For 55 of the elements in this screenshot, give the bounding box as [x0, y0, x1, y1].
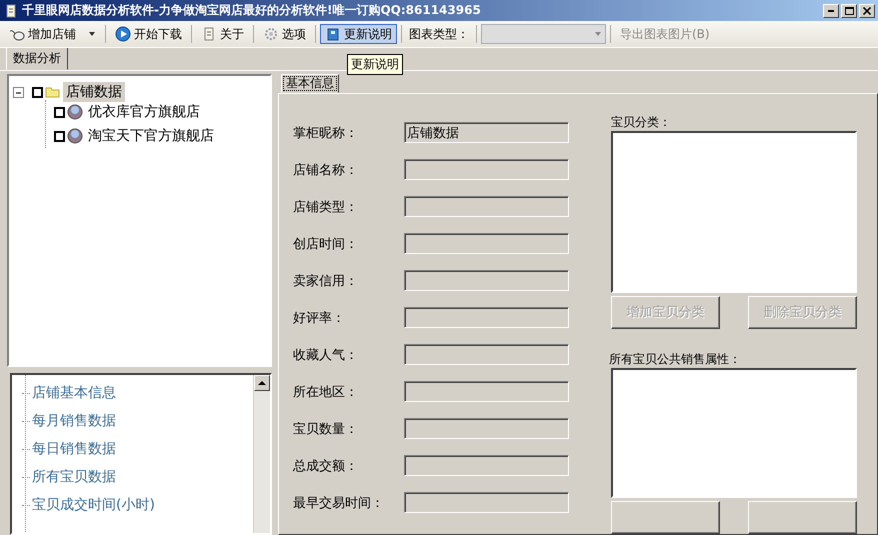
toolbar-button[interactable]: 开始下载 [110, 24, 187, 44]
checkbox[interactable] [54, 106, 65, 118]
gear-icon [263, 26, 279, 42]
caret-icon [594, 30, 602, 38]
field-label: 卖家信用： [293, 272, 359, 290]
nav-item[interactable]: 店铺基本信息 [22, 379, 243, 407]
close-button[interactable] [859, 4, 875, 18]
field-label: 收藏人气： [293, 346, 359, 364]
tooltip: 更新说明 [347, 54, 403, 75]
nav-item[interactable]: 所有宝贝数据 [22, 463, 243, 491]
field-label: 好评率： [293, 310, 346, 326]
tree-item[interactable]: 淘宝天下官方旗舰店 [85, 126, 217, 146]
field-label: 所在地区： [293, 384, 359, 400]
checkbox[interactable] [32, 86, 43, 98]
field-label: 店铺类型： [293, 198, 359, 216]
list-box[interactable] [611, 368, 857, 498]
caret-icon [258, 380, 266, 386]
tab[interactable]: 数据分析 [6, 47, 68, 70]
nav-item[interactable]: 宝贝成交时间(小时) [22, 491, 243, 519]
globe-icon [67, 104, 83, 120]
toolbar-button[interactable]: 更新说明 [320, 24, 397, 44]
button[interactable] [748, 501, 857, 534]
toolbar-button[interactable]: 关于 [196, 24, 249, 44]
scrollbar[interactable] [253, 375, 270, 533]
field-label: 掌柜昵称： [293, 124, 359, 142]
caret-icon [88, 30, 96, 38]
chart-type-label: 图表类型： [408, 26, 470, 42]
nav-item[interactable]: 每日销售数据 [22, 435, 243, 463]
window-title: 千里眼网店数据分析软件-力争做淘宝网店最好的分析软件!唯一订购QQ:861143965 [22, 2, 482, 19]
toolbar-button[interactable]: 增加店铺 [4, 24, 81, 44]
list-label: 所有宝贝公共销售属性： [609, 350, 742, 368]
field-label: 最早交易时间： [293, 494, 385, 512]
play-icon [115, 26, 131, 42]
checkbox[interactable] [54, 130, 65, 142]
scroll-up-button[interactable] [254, 375, 270, 391]
button[interactable] [611, 501, 720, 534]
tree-item[interactable]: 店铺数据 [63, 82, 125, 102]
field-label: 宝贝数量： [293, 420, 359, 438]
list-box[interactable] [611, 131, 857, 293]
toolbar-button[interactable]: 选项 [258, 24, 311, 44]
globe-icon [67, 128, 83, 144]
field-label: 总成交额： [293, 458, 359, 474]
field-label: 创店时间： [293, 236, 359, 252]
collapse-toggle[interactable] [13, 86, 24, 98]
maximize-button[interactable] [841, 4, 857, 18]
tab[interactable]: 基本信息 [281, 74, 339, 93]
nav-item[interactable]: 每月销售数据 [22, 407, 243, 435]
close-icon [863, 6, 871, 14]
minimize-button[interactable] [823, 4, 839, 18]
field-label: 店铺名称： [293, 162, 359, 178]
maximize-icon [844, 6, 854, 14]
tree-item[interactable]: 优衣库官方旗舰店 [85, 102, 203, 122]
document-icon [325, 26, 341, 42]
minimize-icon [828, 10, 834, 12]
list-label: 宝贝分类： [611, 114, 672, 131]
